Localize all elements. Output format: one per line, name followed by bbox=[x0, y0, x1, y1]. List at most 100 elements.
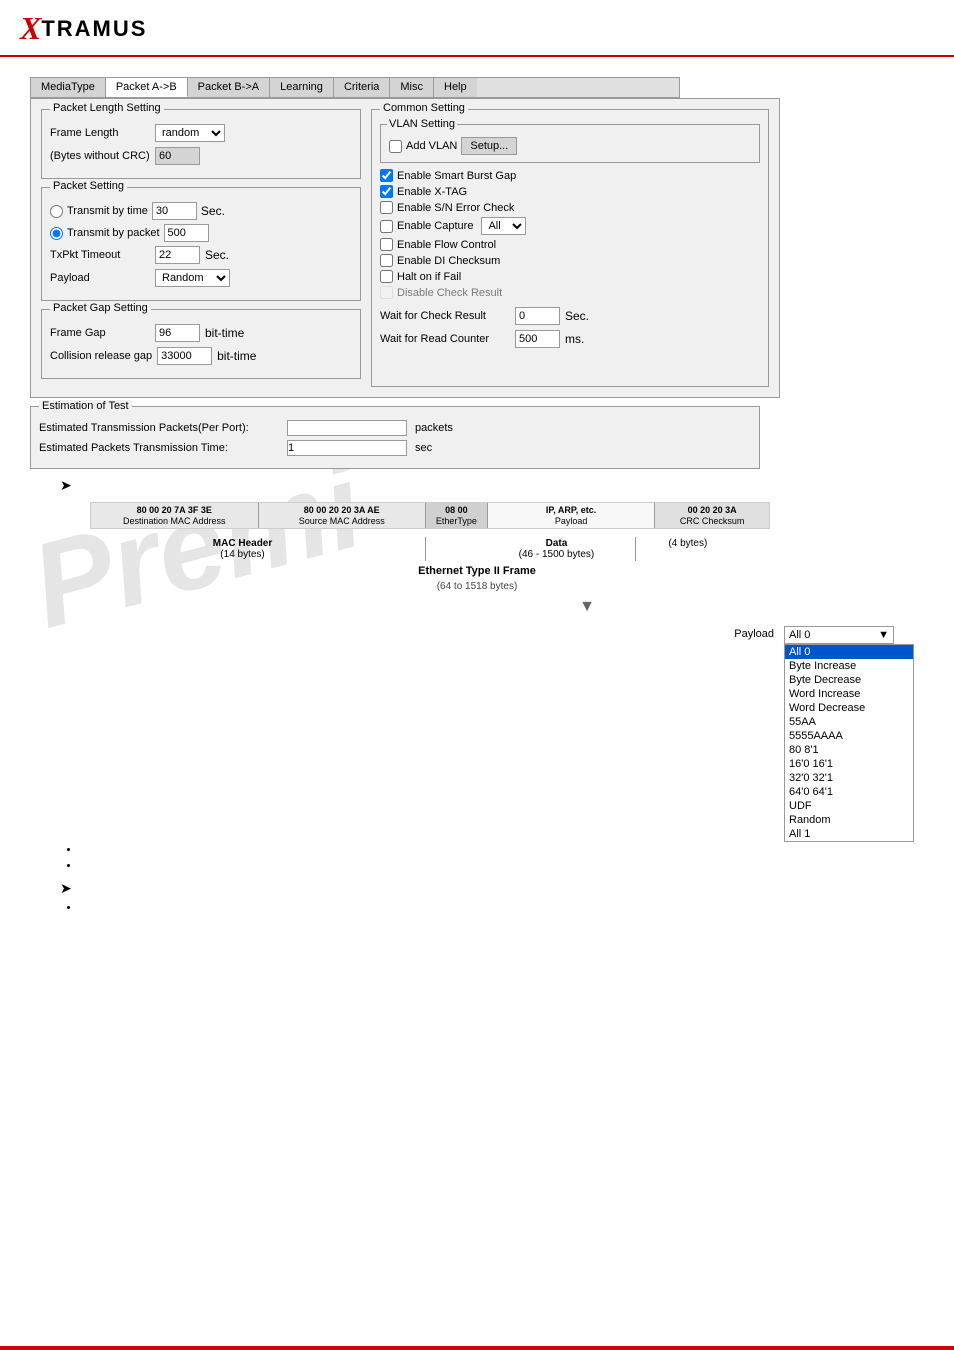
enable-xtag-label: Enable X-TAG bbox=[397, 186, 467, 198]
transmit-time-radio[interactable] bbox=[50, 205, 63, 218]
bytes-input[interactable] bbox=[155, 147, 200, 165]
enable-di-checksum-checkbox[interactable] bbox=[380, 254, 393, 267]
enable-smart-burst-checkbox[interactable] bbox=[380, 169, 393, 182]
header: X TRAMUS bbox=[0, 0, 954, 57]
txpkt-row: TxPkt Timeout Sec. bbox=[50, 246, 352, 264]
x-tag-row: Enable X-TAG bbox=[380, 185, 760, 198]
transmit-packet-row: Transmit by packet bbox=[50, 224, 352, 242]
tab-mediatype[interactable]: MediaType bbox=[31, 78, 106, 97]
wait-check-input[interactable] bbox=[515, 307, 560, 325]
wait-section: Wait for Check Result Sec. Wait for Read… bbox=[380, 307, 760, 348]
payload-option-byte-decrease[interactable]: Byte Decrease bbox=[785, 673, 913, 687]
setup-button[interactable]: Setup... bbox=[461, 137, 517, 155]
disable-check-result-checkbox[interactable] bbox=[380, 286, 393, 299]
payload-option-320321[interactable]: 32'0 32'1 bbox=[785, 771, 913, 785]
tab-help[interactable]: Help bbox=[434, 78, 477, 97]
txpkt-input[interactable] bbox=[155, 246, 200, 264]
payload-dropdown-wrapper: All 0 ▼ All 0 Byte Increase Byte Decreas… bbox=[784, 626, 894, 644]
tx-time-unit: sec bbox=[415, 442, 432, 454]
right-panel: Common Setting VLAN Setting Add VLAN Set… bbox=[371, 109, 769, 387]
enable-xtag-checkbox[interactable] bbox=[380, 185, 393, 198]
packet-gap-group: Packet Gap Setting Frame Gap bit-time Co… bbox=[41, 309, 361, 379]
collision-row: Collision release gap bit-time bbox=[50, 347, 352, 365]
logo-tramus: TRAMUS bbox=[41, 16, 147, 42]
collision-label: Collision release gap bbox=[50, 350, 152, 362]
packet-length-group: Packet Length Setting Frame Length rando… bbox=[41, 109, 361, 179]
wait-check-row: Wait for Check Result Sec. bbox=[380, 307, 760, 325]
enable-capture-label: Enable Capture bbox=[397, 220, 473, 232]
txpkt-label: TxPkt Timeout bbox=[50, 249, 150, 261]
estimation-title: Estimation of Test bbox=[39, 400, 132, 412]
payload-option-160161[interactable]: 16'0 16'1 bbox=[785, 757, 913, 771]
enable-flow-control-label: Enable Flow Control bbox=[397, 239, 496, 251]
payload-option-8081[interactable]: 80 8'1 bbox=[785, 743, 913, 757]
payload-option-random[interactable]: Random bbox=[785, 813, 913, 827]
halt-fail-checkbox[interactable] bbox=[380, 270, 393, 283]
transmit-time-input[interactable] bbox=[152, 202, 197, 220]
payload-option-word-decrease[interactable]: Word Decrease bbox=[785, 701, 913, 715]
payload-dropdown-arrow: ▼ bbox=[878, 629, 889, 641]
enable-capture-checkbox[interactable] bbox=[380, 220, 393, 233]
tab-criteria[interactable]: Criteria bbox=[334, 78, 390, 97]
tab-learning[interactable]: Learning bbox=[270, 78, 334, 97]
bullet-section-2 bbox=[80, 902, 894, 914]
payload-select-shown[interactable]: All 0 ▼ bbox=[784, 626, 894, 644]
payload-selected-value: All 0 bbox=[789, 629, 810, 641]
bytes-label: (Bytes without CRC) bbox=[50, 150, 150, 162]
enable-flow-control-checkbox[interactable] bbox=[380, 238, 393, 251]
frame-length-select[interactable]: random fixed bbox=[155, 124, 225, 142]
payload-option-all1[interactable]: All 1 bbox=[785, 827, 913, 841]
payload-option-udf[interactable]: UDF bbox=[785, 799, 913, 813]
tx-time-input[interactable] bbox=[287, 440, 407, 456]
txpkt-unit: Sec. bbox=[205, 248, 229, 262]
left-panel: Packet Length Setting Frame Length rando… bbox=[41, 109, 361, 387]
collision-input[interactable] bbox=[157, 347, 212, 365]
vlan-title: VLAN Setting bbox=[387, 118, 457, 130]
tx-packets-input[interactable] bbox=[287, 420, 407, 436]
payload-select[interactable]: Random All 0 All 1 bbox=[155, 269, 230, 287]
capture-select[interactable]: All bbox=[481, 217, 526, 235]
transmit-packet-radio[interactable] bbox=[50, 227, 63, 240]
down-arrow: ▼ bbox=[250, 598, 924, 616]
payload-option-word-increase[interactable]: Word Increase bbox=[785, 687, 913, 701]
tab-packet-ab[interactable]: Packet A->B bbox=[106, 78, 188, 97]
packet-gap-title: Packet Gap Setting bbox=[50, 302, 151, 314]
payload-option-byte-increase[interactable]: Byte Increase bbox=[785, 659, 913, 673]
data-label: Data(46 - 1500 bytes) bbox=[478, 537, 635, 561]
right-arrow-2: ➤ bbox=[60, 880, 924, 897]
payload-area-label: Payload bbox=[734, 628, 774, 640]
wait-read-row: Wait for Read Counter ms. bbox=[380, 330, 760, 348]
enable-sn-error-checkbox[interactable] bbox=[380, 201, 393, 214]
transmit-time-unit: Sec. bbox=[201, 204, 225, 218]
tx-packets-label: Estimated Transmission Packets(Per Port)… bbox=[39, 422, 279, 434]
payload-dropdown-list[interactable]: All 0 Byte Increase Byte Decrease Word I… bbox=[784, 644, 914, 842]
estimation-group: Estimation of Test Estimated Transmissio… bbox=[30, 406, 760, 469]
payload-option-all0[interactable]: All 0 bbox=[785, 645, 913, 659]
tx-time-row: Estimated Packets Transmission Time: sec bbox=[39, 440, 751, 456]
transmit-packet-input[interactable] bbox=[164, 224, 209, 242]
frame-cell-payload: IP, ARP, etc. Payload bbox=[488, 503, 656, 528]
tab-misc[interactable]: Misc bbox=[390, 78, 434, 97]
wait-read-label: Wait for Read Counter bbox=[380, 333, 510, 345]
frame-gap-input[interactable] bbox=[155, 324, 200, 342]
frame-length-row: Frame Length random fixed bbox=[50, 124, 352, 142]
tab-packet-ba[interactable]: Packet B->A bbox=[188, 78, 270, 97]
add-vlan-label: Add VLAN bbox=[406, 140, 457, 152]
bullet-item-2 bbox=[80, 860, 894, 872]
di-checksum-row: Enable DI Checksum bbox=[380, 254, 760, 267]
disable-check-result-label: Disable Check Result bbox=[397, 287, 502, 299]
packet-length-title: Packet Length Setting bbox=[50, 102, 164, 114]
smart-burst-row: Enable Smart Burst Gap bbox=[380, 169, 760, 182]
add-vlan-checkbox[interactable] bbox=[389, 140, 402, 153]
frame-section-labels: MAC Header(14 bytes) Data(46 - 1500 byte… bbox=[60, 537, 740, 561]
enable-sn-error-label: Enable S/N Error Check bbox=[397, 202, 514, 214]
wait-read-input[interactable] bbox=[515, 330, 560, 348]
payload-option-640641[interactable]: 64'0 64'1 bbox=[785, 785, 913, 799]
packet-setting-title: Packet Setting bbox=[50, 180, 127, 192]
right-arrow-1: ➤ bbox=[60, 477, 924, 494]
payload-option-55aa[interactable]: 55AA bbox=[785, 715, 913, 729]
payload-label: Payload bbox=[50, 272, 150, 284]
transmit-time-row: Transmit by time Sec. bbox=[50, 202, 352, 220]
payload-option-5555aaaa[interactable]: 5555AAAA bbox=[785, 729, 913, 743]
frame-gap-unit: bit-time bbox=[205, 326, 244, 340]
